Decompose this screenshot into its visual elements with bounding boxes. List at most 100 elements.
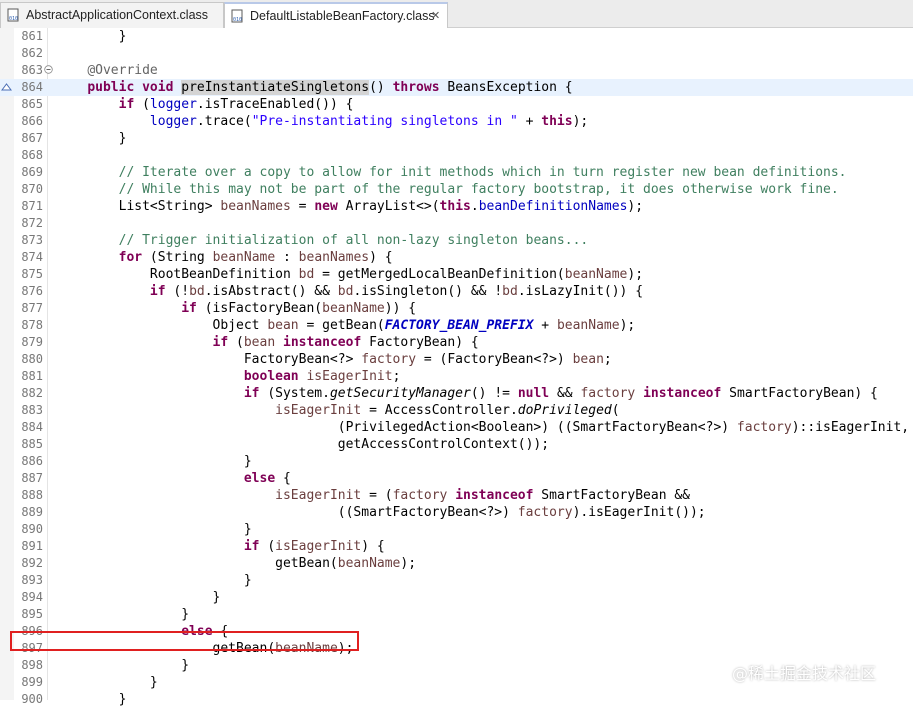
code-line[interactable]: 865 if (logger.isTraceEnabled()) { (0, 96, 913, 113)
code-line[interactable]: 879 if (bean instanceof FactoryBean) { (0, 334, 913, 351)
code-line[interactable]: 884 (PrivilegedAction<Boolean>) ((SmartF… (0, 419, 913, 436)
code-line[interactable]: 878 Object bean = getBean(FACTORY_BEAN_P… (0, 317, 913, 334)
code-line[interactable]: 874 for (String beanName : beanNames) { (0, 249, 913, 266)
line-number: 861 (21, 29, 43, 43)
code-line[interactable]: 881 boolean isEagerInit; (0, 368, 913, 385)
code-text: logger.trace("Pre-instantiating singleto… (149, 114, 589, 129)
line-number: 877 (21, 301, 43, 315)
code-line[interactable]: 867 } (0, 130, 913, 147)
code-line[interactable]: 876 if (!bd.isAbstract() && bd.isSinglet… (0, 283, 913, 300)
line-number: 874 (21, 250, 43, 264)
line-number: 872 (21, 216, 43, 230)
code-line[interactable]: 886 } (0, 453, 913, 470)
code-line[interactable]: 880 FactoryBean<?> factory = (FactoryBea… (0, 351, 913, 368)
code-line[interactable]: 868 (0, 147, 913, 164)
code-line[interactable]: 871 List<String> beanNames = new ArrayLi… (0, 198, 913, 215)
code-text: getBean(beanName); (56, 556, 417, 571)
code-line[interactable]: 873 // Trigger initialization of all non… (0, 232, 913, 249)
code-text: else { (243, 471, 291, 486)
tab-default-listable-bean-factory[interactable]: 010 DefaultListableBeanFactory.class ✕ (224, 2, 448, 28)
code-line[interactable]: 883 isEagerInit = AccessController.doPri… (0, 402, 913, 419)
code-line[interactable]: 861 } (0, 28, 913, 45)
code-line[interactable]: 866 logger.trace("Pre-instantiating sing… (0, 113, 913, 130)
code-line[interactable]: 888 isEagerInit = (factory instanceof Sm… (0, 487, 913, 504)
fold-collapse-icon[interactable] (44, 65, 53, 74)
code-text: // Trigger initialization of all non-laz… (118, 233, 589, 248)
code-line[interactable]: 870 // While this may not be part of the… (0, 181, 913, 198)
line-number: 881 (21, 369, 43, 383)
line-number: 870 (21, 182, 43, 196)
code-text: Object bean = getBean(FACTORY_BEAN_PREFI… (56, 318, 636, 333)
watermark: @稀土掘金技术社区 (732, 664, 877, 683)
code-text: } (56, 675, 158, 690)
code-line[interactable]: 882 if (System.getSecurityManager() != n… (0, 385, 913, 402)
line-number: 863 (21, 63, 43, 77)
line-number: 885 (21, 437, 43, 451)
code-text: // While this may not be part of the reg… (118, 182, 839, 197)
line-number: 892 (21, 556, 43, 570)
code-line[interactable]: 894 } (0, 589, 913, 606)
code-line[interactable]: 862 (0, 45, 913, 62)
code-text: List<String> beanNames = new ArrayList<>… (56, 199, 644, 214)
code-line[interactable]: 887 else { (0, 470, 913, 487)
code-line[interactable]: 885 getAccessControlContext()); (0, 436, 913, 453)
code-text: } (56, 454, 252, 469)
code-text: ((SmartFactoryBean<?>) factory).isEagerI… (56, 505, 706, 520)
class-file-icon: 010 (7, 8, 19, 22)
code-line[interactable]: 869 // Iterate over a copy to allow for … (0, 164, 913, 181)
line-number: 894 (21, 590, 43, 604)
line-number: 887 (21, 471, 43, 485)
code-text: } (56, 131, 127, 146)
code-text: } (56, 573, 252, 588)
code-editor[interactable]: 861 } 862 863 @Override 864 public void pre… (0, 28, 913, 707)
code-text: if (isEagerInit) { (243, 539, 385, 554)
code-line[interactable]: 893 } (0, 572, 913, 589)
code-line[interactable]: 872 (0, 215, 913, 232)
code-text: public void preInstantiateSingletons() t… (87, 80, 573, 95)
line-number: 866 (21, 114, 43, 128)
line-number: 884 (21, 420, 43, 434)
code-text: isEagerInit = AccessController.doPrivile… (275, 403, 620, 418)
code-text: for (String beanName : beanNames) { (118, 250, 393, 265)
line-number: 880 (21, 352, 43, 366)
tab-abstract-application-context[interactable]: 010 AbstractApplicationContext.class (0, 2, 224, 28)
line-number: 878 (21, 318, 43, 332)
code-text: } (56, 522, 252, 537)
line-number: 873 (21, 233, 43, 247)
line-number: 879 (21, 335, 43, 349)
code-line[interactable]: 877 if (isFactoryBean(beanName)) { (0, 300, 913, 317)
close-tab-icon[interactable]: ✕ (431, 4, 440, 28)
code-line[interactable]: 895 } (0, 606, 913, 623)
code-text: if (isFactoryBean(beanName)) { (181, 301, 417, 316)
line-number: 876 (21, 284, 43, 298)
code-text: @Override (87, 63, 158, 78)
svg-text:010: 010 (9, 16, 18, 22)
line-number: 862 (21, 46, 43, 60)
code-text: if (logger.isTraceEnabled()) { (118, 97, 354, 112)
code-line[interactable]: 890 } (0, 521, 913, 538)
code-line[interactable]: 889 ((SmartFactoryBean<?>) factory).isEa… (0, 504, 913, 521)
code-line[interactable]: 875 RootBeanDefinition bd = getMergedLoc… (0, 266, 913, 283)
code-line[interactable]: 864 public void preInstantiateSingletons… (0, 79, 913, 96)
code-text: boolean isEagerInit; (243, 369, 401, 384)
code-text: } (56, 658, 190, 673)
override-marker-icon[interactable] (1, 82, 12, 92)
line-number: 868 (21, 148, 43, 162)
line-number: 882 (21, 386, 43, 400)
line-number: 867 (21, 131, 43, 145)
line-number: 888 (21, 488, 43, 502)
code-line[interactable]: 892 getBean(beanName); (0, 555, 913, 572)
code-line[interactable]: 891 if (isEagerInit) { (0, 538, 913, 555)
code-text: } (56, 607, 190, 622)
editor-tab-bar: 010 AbstractApplicationContext.class 010… (0, 0, 913, 28)
code-text: FactoryBean<?> factory = (FactoryBean<?>… (56, 352, 612, 367)
line-number: 899 (21, 675, 43, 689)
tab-label: DefaultListableBeanFactory.class (250, 9, 435, 23)
svg-text:010: 010 (233, 17, 242, 23)
line-number: 891 (21, 539, 43, 553)
code-text: } (56, 29, 127, 44)
line-number: 889 (21, 505, 43, 519)
code-line[interactable]: 863 @Override (0, 62, 913, 79)
code-text: if (System.getSecurityManager() != null … (243, 386, 878, 401)
line-number: 875 (21, 267, 43, 281)
